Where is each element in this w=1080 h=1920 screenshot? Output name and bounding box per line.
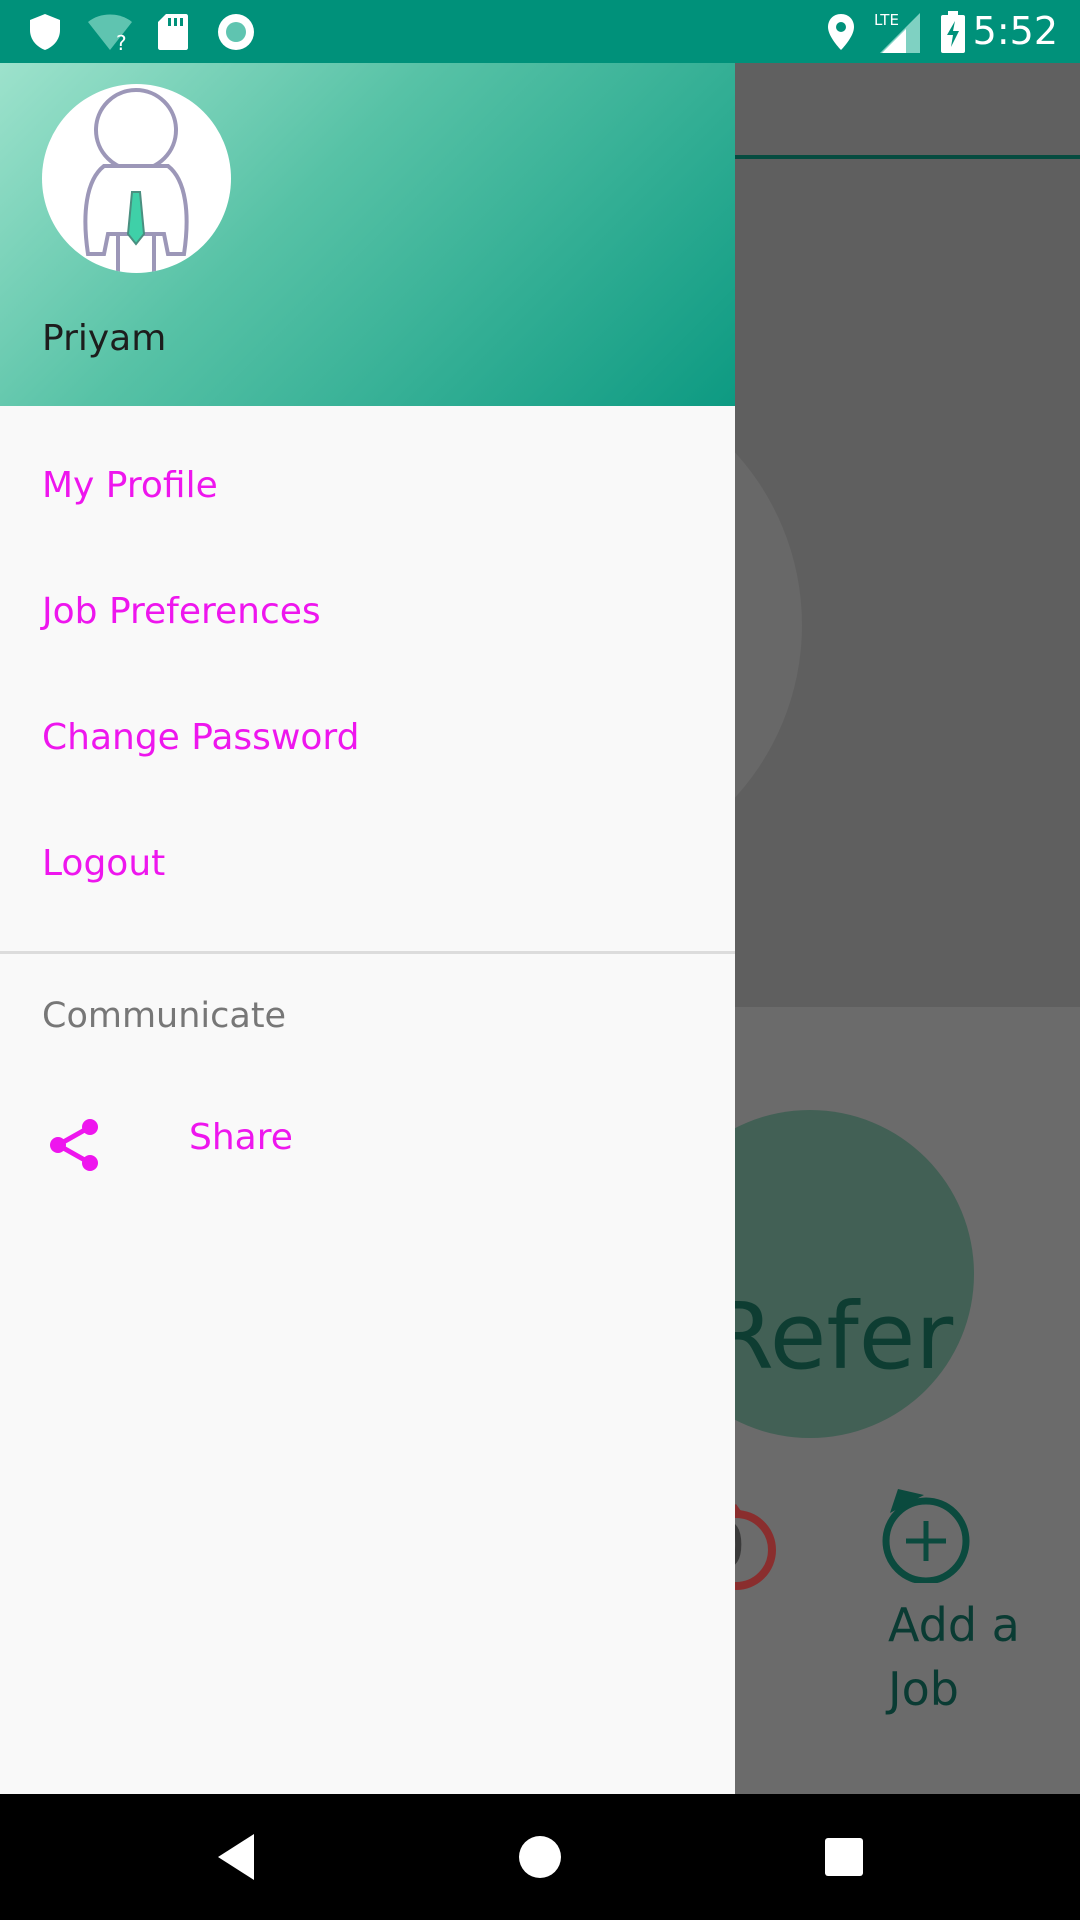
signal-icon: LTE xyxy=(872,0,924,63)
menu-item-logout[interactable]: Logout xyxy=(42,843,165,884)
back-button[interactable] xyxy=(176,1794,296,1920)
menu-item-change-password[interactable]: Change Password xyxy=(42,717,359,758)
location-icon xyxy=(826,0,856,63)
battery-charging-icon xyxy=(940,0,966,63)
share-label: Share xyxy=(189,1117,293,1158)
back-icon xyxy=(218,1834,254,1880)
menu-item-share[interactable]: Share xyxy=(0,1105,735,1215)
add-job-label: Add a Job xyxy=(888,1598,1020,1716)
clock: 5:52 xyxy=(972,9,1058,53)
svg-text:?: ? xyxy=(116,31,127,52)
divider xyxy=(0,951,735,954)
record-icon xyxy=(216,0,256,63)
refer-label: Refer xyxy=(710,1283,954,1390)
add-job-icon xyxy=(882,1489,970,1583)
home-button[interactable] xyxy=(480,1794,600,1920)
share-icon xyxy=(50,1119,98,1171)
drawer-header: Priyam xyxy=(0,63,735,406)
sd-card-icon xyxy=(156,0,190,63)
user-avatar-icon xyxy=(83,88,189,273)
shield-icon xyxy=(28,0,62,63)
status-bar: ? LTE 5:52 xyxy=(0,0,1080,63)
avatar[interactable] xyxy=(42,84,231,273)
home-icon xyxy=(519,1836,561,1878)
system-nav-bar xyxy=(0,1794,1080,1920)
wifi-unknown-icon: ? xyxy=(86,0,134,63)
menu-item-job-preferences[interactable]: Job Preferences xyxy=(42,591,321,632)
navigation-drawer: Priyam My Profile Job Preferences Change… xyxy=(0,63,735,1794)
user-name: Priyam xyxy=(42,318,167,359)
recents-button[interactable] xyxy=(784,1794,904,1920)
section-label-communicate: Communicate xyxy=(42,996,287,1036)
recents-icon xyxy=(825,1838,863,1876)
lte-label: LTE xyxy=(874,11,899,29)
menu-item-my-profile[interactable]: My Profile xyxy=(42,465,218,506)
